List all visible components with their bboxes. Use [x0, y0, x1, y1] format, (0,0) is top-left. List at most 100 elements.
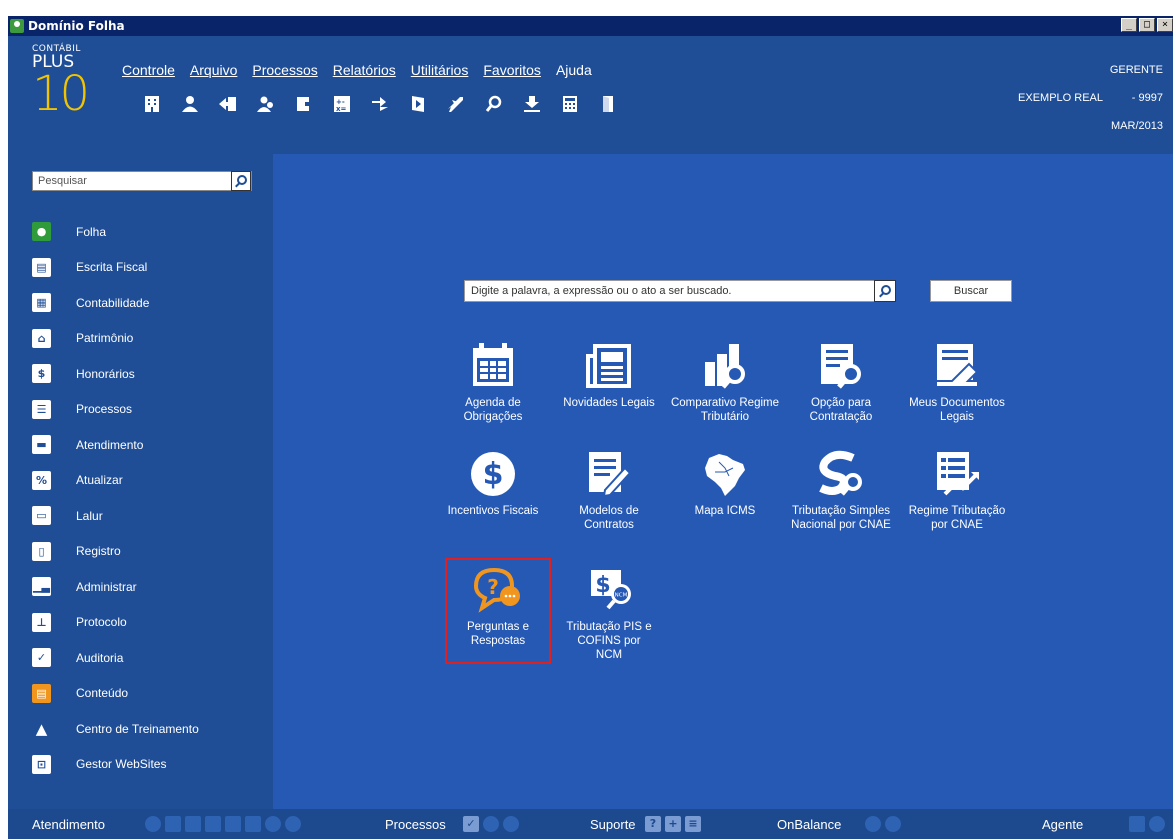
app-header: CONTÁBIL PLUS 10 Controle Arquivo Proces…	[8, 36, 1173, 154]
processos-label[interactable]: Processos	[385, 817, 446, 832]
tile-tributacao-simples[interactable]: Tributação Simples Nacional por CNAE	[785, 448, 897, 532]
sidebar-item-atualizar[interactable]: % Atualizar	[32, 463, 199, 499]
sidebar-search-placeholder: Pesquisar	[38, 175, 87, 187]
title-bar[interactable]: Domínio Folha _ □ ×	[8, 16, 1173, 36]
users-icon[interactable]	[254, 92, 278, 116]
circle-icon[interactable]	[865, 816, 881, 832]
search-icon[interactable]	[482, 92, 506, 116]
building-icon[interactable]	[140, 92, 164, 116]
phone-icon[interactable]	[165, 816, 181, 832]
tile-perguntas-respostas[interactable]: ? Perguntas e Respostas	[442, 564, 554, 648]
calculator-icon[interactable]	[558, 92, 582, 116]
sidebar-item-centro-de-treinamento[interactable]: ▲ Centro de Treinamento	[32, 711, 199, 747]
user-icon[interactable]	[205, 816, 221, 832]
puzzle-icon[interactable]	[292, 92, 316, 116]
sidebar-item-label: Patrimônio	[76, 331, 134, 346]
circle-icon[interactable]	[1149, 816, 1165, 832]
book-icon[interactable]	[406, 92, 430, 116]
sidebar: Pesquisar ● Folha ▤ Escrita Fiscal ▦ Contab…	[8, 154, 273, 809]
maximize-button[interactable]: □	[1139, 18, 1155, 32]
sidebar-item-registro[interactable]: ▯ Registro	[32, 534, 199, 570]
tile-tributacao-pis-cofins[interactable]: $ NCM Tributação PIS e COFINS por NCM	[553, 564, 665, 662]
tile-label: Regime Tributação por CNAE	[908, 505, 1006, 531]
onbalance-label[interactable]: OnBalance	[777, 817, 841, 832]
arrows-icon[interactable]	[368, 92, 392, 116]
sidebar-item-processos[interactable]: ☰ Processos	[32, 392, 199, 428]
sidebar-item-auditoria[interactable]: ✓ Auditoria	[32, 640, 199, 676]
menu-arquivo[interactable]: Arquivo	[190, 62, 237, 78]
atendimento-label[interactable]: Atendimento	[32, 817, 105, 832]
brazil-map-icon	[705, 454, 745, 496]
svg-text:x=: x=	[336, 105, 347, 113]
menu-relatorios[interactable]: Relatórios	[333, 62, 396, 78]
tile-regime-tributacao-cnae[interactable]: Regime Tributação por CNAE	[901, 448, 1013, 532]
tile-novidades-legais[interactable]: Novidades Legais	[553, 340, 665, 410]
web-icon[interactable]	[245, 816, 261, 832]
circle-icon[interactable]	[285, 816, 301, 832]
plus-icon[interactable]: +	[665, 816, 681, 832]
sidebar-search-button[interactable]	[231, 171, 251, 191]
sidebar-item-folha[interactable]: ● Folha	[32, 214, 199, 250]
menu-processos[interactable]: Processos	[252, 62, 317, 78]
suporte-label[interactable]: Suporte	[590, 817, 636, 832]
document-stack-icon	[937, 344, 979, 386]
sidebar-item-lalur[interactable]: ▭ Lalur	[32, 498, 199, 534]
help-icon[interactable]: ?	[645, 816, 661, 832]
legislation-search-placeholder: Digite a palavra, a expressão ou o ato a…	[471, 285, 732, 297]
user-icon[interactable]	[178, 92, 202, 116]
sidebar-item-contabilidade[interactable]: ▦ Contabilidade	[32, 285, 199, 321]
legislation-search-input[interactable]: Digite a palavra, a expressão ou o ato a…	[464, 280, 896, 302]
menu-controle[interactable]: Controle	[122, 62, 175, 78]
import-icon[interactable]	[216, 92, 240, 116]
tile-meus-documentos[interactable]: Meus Documentos Legais	[901, 340, 1013, 424]
sidebar-item-atendimento[interactable]: ▬ Atendimento	[32, 427, 199, 463]
tile-incentivos-fiscais[interactable]: $ Incentivos Fiscais	[437, 448, 549, 518]
monitor-icon[interactable]	[225, 816, 241, 832]
circle-icon[interactable]	[483, 816, 499, 832]
circle-icon[interactable]	[265, 816, 281, 832]
agente-label[interactable]: Agente	[1042, 817, 1083, 832]
toolbar: +- x=	[140, 92, 620, 116]
sidebar-item-label: Folha	[76, 224, 107, 239]
sidebar-item-protocolo[interactable]: ⊥ Protocolo	[32, 605, 199, 641]
tile-mapa-icms[interactable]: Mapa ICMS	[669, 448, 781, 518]
briefcase-icon[interactable]	[1129, 816, 1145, 832]
circle-icon[interactable]	[885, 816, 901, 832]
sidebar-search-input[interactable]: Pesquisar	[32, 171, 252, 191]
download-icon[interactable]	[520, 92, 544, 116]
tile-opcao-contratacao[interactable]: Opção para Contratação	[785, 340, 897, 424]
sidebar-item-gestor-websites[interactable]: ⊡ Gestor WebSites	[32, 747, 199, 783]
sidebar-item-patrimonio[interactable]: ⌂ Patrimônio	[32, 321, 199, 357]
sidebar-item-escrita-fiscal[interactable]: ▤ Escrita Fiscal	[32, 250, 199, 286]
document-icon[interactable]	[185, 816, 201, 832]
svg-text:?: ?	[487, 575, 499, 599]
tile-comparativo-regime[interactable]: Comparativo Regime Tributário	[669, 340, 781, 424]
main-content: Digite a palavra, a expressão ou o ato a…	[273, 154, 1173, 809]
sidebar-item-label: Protocolo	[76, 615, 127, 630]
chat-icon[interactable]	[145, 816, 161, 832]
close-button[interactable]: ×	[1157, 18, 1173, 32]
company-name: EXEMPLO REAL	[1018, 92, 1103, 104]
legislation-search-icon-button[interactable]	[874, 280, 896, 302]
logo-line-3: 10	[32, 66, 90, 122]
buscar-button[interactable]: Buscar	[930, 280, 1012, 302]
list-icon[interactable]: ≡	[685, 816, 701, 832]
sidebar-item-conteudo[interactable]: ▤ Conteúdo	[32, 676, 199, 712]
tile-label: Tributação PIS e COFINS por NCM	[566, 621, 652, 661]
tile-agenda-obrigacoes[interactable]: Agenda de Obrigações	[437, 340, 549, 424]
sidebar-item-administrar[interactable]: ▁▃ Administrar	[32, 569, 199, 605]
menu-ajuda[interactable]: Ajuda	[556, 62, 592, 78]
check-icon[interactable]: ✓	[463, 816, 479, 832]
airplane-icon[interactable]	[444, 92, 468, 116]
tile-modelos-contratos[interactable]: Modelos de Contratos	[553, 448, 665, 532]
sidebar-item-honorarios[interactable]: $ Honorários	[32, 356, 199, 392]
calculator-grid-icon[interactable]: +- x=	[330, 92, 354, 116]
window-title: Domínio Folha	[28, 19, 125, 33]
menu-utilitarios[interactable]: Utilitários	[411, 62, 469, 78]
contabil-plus-logo: CONTÁBIL PLUS 10	[32, 44, 112, 122]
door-icon[interactable]	[596, 92, 620, 116]
minimize-button[interactable]: _	[1121, 18, 1137, 32]
menu-favoritos[interactable]: Favoritos	[483, 62, 541, 78]
sidebar-item-label: Registro	[76, 544, 121, 559]
circle-icon[interactable]	[503, 816, 519, 832]
